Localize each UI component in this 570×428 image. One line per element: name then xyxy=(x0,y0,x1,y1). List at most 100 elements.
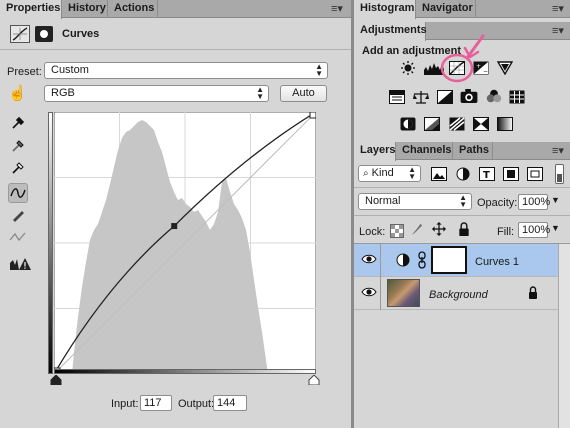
filter-toggle-switch[interactable] xyxy=(555,164,564,184)
gray-point-eyedropper-icon[interactable] xyxy=(8,138,28,158)
panel-menu-icon[interactable]: ≡▾ xyxy=(552,144,564,157)
visibility-eye-icon[interactable] xyxy=(361,286,377,301)
svg-text:T: T xyxy=(483,170,490,181)
tab-adjustments[interactable]: Adjustments xyxy=(354,22,427,41)
background-thumbnail[interactable] xyxy=(387,279,420,307)
input-label: Input: xyxy=(111,398,139,410)
color-balance-icon[interactable] xyxy=(413,90,429,104)
fill-field[interactable]: 100% xyxy=(518,222,550,238)
layers-tabbar: Layers Channels Paths ≡▾ xyxy=(354,142,570,161)
search-icon: ⌕ xyxy=(363,168,369,179)
white-point-eyedropper-icon[interactable] xyxy=(8,160,28,180)
photo-filter-icon[interactable] xyxy=(460,89,478,103)
header-divider xyxy=(0,49,351,50)
panel-menu-icon[interactable]: ≡▾ xyxy=(552,24,564,37)
hue-saturation-icon[interactable] xyxy=(389,90,405,104)
properties-tabbar: Properties History Actions ≡▾ xyxy=(0,0,351,19)
smooth-curve-icon[interactable] xyxy=(8,229,28,249)
auto-button[interactable]: Auto xyxy=(280,85,327,102)
layer-name[interactable]: Background xyxy=(429,289,488,301)
layer-name[interactable]: Curves 1 xyxy=(475,256,519,268)
visibility-eye-icon[interactable] xyxy=(361,253,377,268)
layer-filter-select[interactable]: ⌕ Kind ▲ ▼ xyxy=(358,165,421,182)
properties-title: Curves xyxy=(62,28,100,40)
curves-graph[interactable] xyxy=(54,112,316,374)
fill-label: Fill: xyxy=(497,226,515,238)
vibrance-icon[interactable] xyxy=(497,61,513,75)
tab-actions[interactable]: Actions xyxy=(108,0,158,18)
tab-histogram[interactable]: Histogram xyxy=(354,0,416,19)
panel-menu-icon[interactable]: ≡▾ xyxy=(331,2,343,15)
input-value-field[interactable]: 117 xyxy=(140,395,172,411)
opacity-field[interactable]: 100% xyxy=(518,194,550,210)
color-lookup-icon[interactable] xyxy=(509,90,525,104)
panel-menu-icon[interactable]: ≡▾ xyxy=(552,2,564,15)
eye-divider xyxy=(380,277,381,310)
output-gradient-bar xyxy=(48,112,53,374)
channel-mixer-icon[interactable] xyxy=(486,89,502,103)
filter-adjustment-icon[interactable] xyxy=(455,167,471,181)
invert-icon[interactable] xyxy=(400,117,416,131)
black-point-slider-icon[interactable] xyxy=(50,375,62,385)
output-value-field[interactable]: 144 xyxy=(213,395,247,411)
layer-row-curves[interactable]: Curves 1 xyxy=(354,244,558,277)
tab-history[interactable]: History xyxy=(62,0,108,18)
output-label: Output: xyxy=(178,398,215,410)
eye-divider xyxy=(380,244,381,277)
fill-slider-arrow-icon[interactable]: ▼ xyxy=(551,223,560,233)
histogram-tabbar: Histogram Navigator ≡▾ xyxy=(354,0,570,19)
preset-select[interactable]: Custom ▲ ▼ xyxy=(44,62,328,79)
layer-row-background[interactable]: Background xyxy=(354,277,558,310)
selective-color-icon[interactable] xyxy=(473,117,489,131)
black-point-eyedropper-icon[interactable] xyxy=(8,115,28,135)
tab-paths[interactable]: Paths xyxy=(453,142,493,160)
clipping-warning-icon[interactable] xyxy=(8,256,32,276)
lock-transparent-icon[interactable] xyxy=(389,224,405,238)
tab-properties[interactable]: Properties xyxy=(0,0,62,19)
tab-navigator[interactable]: Navigator xyxy=(416,0,476,18)
adjustment-layer-icon xyxy=(396,253,410,270)
lock-all-icon[interactable] xyxy=(456,222,472,236)
tab-channels[interactable]: Channels xyxy=(396,142,453,160)
threshold-icon[interactable] xyxy=(449,117,465,131)
blend-divider xyxy=(354,215,570,216)
blend-mode-value: Normal xyxy=(365,195,401,207)
select-arrows-icon: ▲ ▼ xyxy=(315,62,323,78)
lock-position-move-icon[interactable] xyxy=(431,222,447,236)
filter-type-icon[interactable]: T xyxy=(479,167,495,181)
edit-points-curve-icon[interactable] xyxy=(8,183,28,203)
filter-pixel-icon[interactable] xyxy=(431,167,447,181)
opacity-label: Opacity: xyxy=(477,197,518,209)
layer-link-chain-icon[interactable] xyxy=(418,251,426,272)
curve-point-white[interactable] xyxy=(309,112,316,119)
targeted-adjustment-icon[interactable]: ☝ xyxy=(8,85,28,103)
opacity-slider-arrow-icon[interactable]: ▼ xyxy=(551,195,560,205)
channel-select[interactable]: RGB ▲ ▼ xyxy=(44,85,269,102)
white-point-slider-icon[interactable] xyxy=(308,375,320,385)
curve-point-midtone[interactable] xyxy=(171,223,178,230)
mask-icon[interactable] xyxy=(35,26,53,42)
filter-divider xyxy=(354,187,570,188)
lock-pixels-brush-icon[interactable] xyxy=(409,222,425,236)
layer-locked-icon xyxy=(528,286,538,302)
curves-adjustment-icon xyxy=(10,25,30,43)
channel-value: RGB xyxy=(51,87,75,99)
panel-splitter[interactable] xyxy=(351,0,354,428)
gradient-map-icon[interactable] xyxy=(497,117,513,131)
layer-mask-thumbnail[interactable] xyxy=(431,246,467,274)
preset-label: Preset: xyxy=(7,66,42,78)
layers-scrollbar[interactable] xyxy=(558,244,570,428)
filter-kind-label: Kind xyxy=(371,167,394,179)
highlight-annotation xyxy=(440,34,485,83)
pencil-draw-icon[interactable] xyxy=(8,207,28,227)
filter-smart-object-icon[interactable] xyxy=(527,167,543,181)
preset-value: Custom xyxy=(51,64,89,76)
select-arrows-icon: ▲ ▼ xyxy=(459,193,467,209)
tab-layers[interactable]: Layers xyxy=(354,142,396,161)
select-arrows-icon: ▲ ▼ xyxy=(408,165,416,181)
black-white-icon[interactable] xyxy=(437,90,453,104)
brightness-contrast-icon[interactable] xyxy=(400,61,416,75)
filter-shape-icon[interactable] xyxy=(503,167,519,181)
posterize-icon[interactable] xyxy=(424,117,440,131)
blend-mode-select[interactable]: Normal ▲ ▼ xyxy=(358,193,472,210)
